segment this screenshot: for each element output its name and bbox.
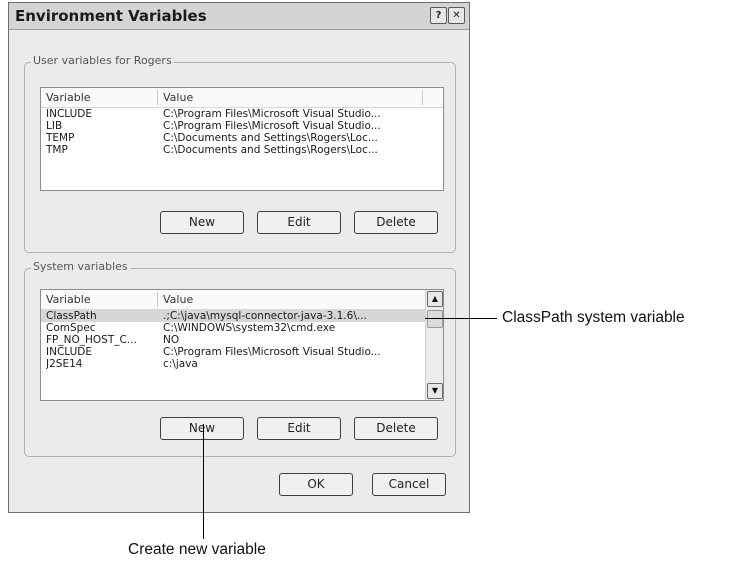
variable-name: INCLUDE — [46, 108, 93, 120]
user-delete-button[interactable]: Delete — [354, 211, 438, 234]
variable-value: C:\Program Files\Microsoft Visual Studio… — [163, 346, 381, 358]
list-item[interactable]: J2SE14 c:\java — [41, 358, 443, 370]
column-divider — [422, 90, 423, 105]
variable-name: INCLUDE — [46, 346, 93, 358]
list-item[interactable]: TEMP C:\Documents and Settings\Rogers\Loc… — [41, 132, 443, 144]
user-edit-button[interactable]: Edit — [257, 211, 341, 234]
variable-value: c:\java — [163, 358, 198, 370]
dialog-title: Environment Variables — [15, 7, 207, 25]
list-item[interactable]: INCLUDE C:\Program Files\Microsoft Visual… — [41, 346, 443, 358]
scroll-up-button[interactable]: ▲ — [427, 291, 443, 307]
variable-value: NO — [163, 334, 180, 346]
user-variables-group: User variables for Rogers Variable Value… — [24, 54, 456, 253]
variable-value: C:\Documents and Settings\Rogers\Loc... — [163, 132, 378, 144]
environment-variables-dialog: Environment Variables ? ✕ User variables… — [8, 2, 470, 513]
help-button[interactable]: ? — [430, 7, 447, 24]
variable-value: C:\Documents and Settings\Rogers\Loc... — [163, 144, 378, 156]
classpath-callout-label: ClassPath system variable — [502, 309, 685, 326]
user-new-button[interactable]: New — [160, 211, 244, 234]
close-button[interactable]: ✕ — [448, 7, 465, 24]
list-item[interactable]: INCLUDE C:\Program Files\Microsoft Visual… — [41, 108, 443, 120]
variable-value: C:\WINDOWS\system32\cmd.exe — [163, 322, 336, 334]
list-item-selected[interactable]: ClassPath .;C:\java\mysql-connector-java-… — [41, 310, 443, 322]
user-variables-legend: User variables for Rogers — [31, 54, 174, 67]
variable-name: TMP — [46, 144, 68, 156]
column-header-value[interactable]: Value — [163, 91, 193, 104]
scroll-down-button[interactable]: ▼ — [427, 383, 443, 399]
title-bar: Environment Variables ? ✕ — [9, 3, 469, 30]
list-header: Variable Value — [41, 290, 443, 310]
vertical-scrollbar[interactable]: ▲ ▼ — [425, 290, 443, 400]
cancel-button[interactable]: Cancel — [372, 473, 446, 496]
list-item[interactable]: LIB C:\Program Files\Microsoft Visual Stu… — [41, 120, 443, 132]
column-divider — [157, 292, 158, 307]
system-new-button[interactable]: New — [160, 417, 244, 440]
list-header: Variable Value — [41, 88, 443, 108]
system-variables-list[interactable]: Variable Value ClassPath .;C:\java\mysql-… — [40, 289, 444, 401]
classpath-callout-line — [425, 318, 497, 319]
variable-name: ClassPath — [46, 310, 97, 322]
column-header-variable[interactable]: Variable — [46, 293, 91, 306]
new-variable-callout-label: Create new variable — [128, 541, 266, 558]
column-header-variable[interactable]: Variable — [46, 91, 91, 104]
variable-name: FP_NO_HOST_C... — [46, 334, 137, 346]
variable-name: J2SE14 — [46, 358, 83, 370]
list-item[interactable]: FP_NO_HOST_C... NO — [41, 334, 443, 346]
variable-name: ComSpec — [46, 322, 96, 334]
system-delete-button[interactable]: Delete — [354, 417, 438, 440]
variable-value: .;C:\java\mysql-connector-java-3.1.6\... — [163, 310, 367, 322]
column-divider — [157, 90, 158, 105]
variable-name: TEMP — [46, 132, 75, 144]
variable-value: C:\Program Files\Microsoft Visual Studio… — [163, 120, 381, 132]
ok-button[interactable]: OK — [279, 473, 353, 496]
new-variable-callout-line — [203, 424, 204, 539]
list-item[interactable]: TMP C:\Documents and Settings\Rogers\Loc.… — [41, 144, 443, 156]
system-edit-button[interactable]: Edit — [257, 417, 341, 440]
scroll-thumb[interactable] — [427, 310, 443, 328]
column-header-value[interactable]: Value — [163, 293, 193, 306]
variable-value: C:\Program Files\Microsoft Visual Studio… — [163, 108, 381, 120]
variable-name: LIB — [46, 120, 63, 132]
user-variables-list[interactable]: Variable Value INCLUDE C:\Program Files\M… — [40, 87, 444, 191]
list-item[interactable]: ComSpec C:\WINDOWS\system32\cmd.exe — [41, 322, 443, 334]
system-variables-group: System variables Variable Value ClassPat… — [24, 260, 456, 457]
system-variables-legend: System variables — [31, 260, 130, 273]
